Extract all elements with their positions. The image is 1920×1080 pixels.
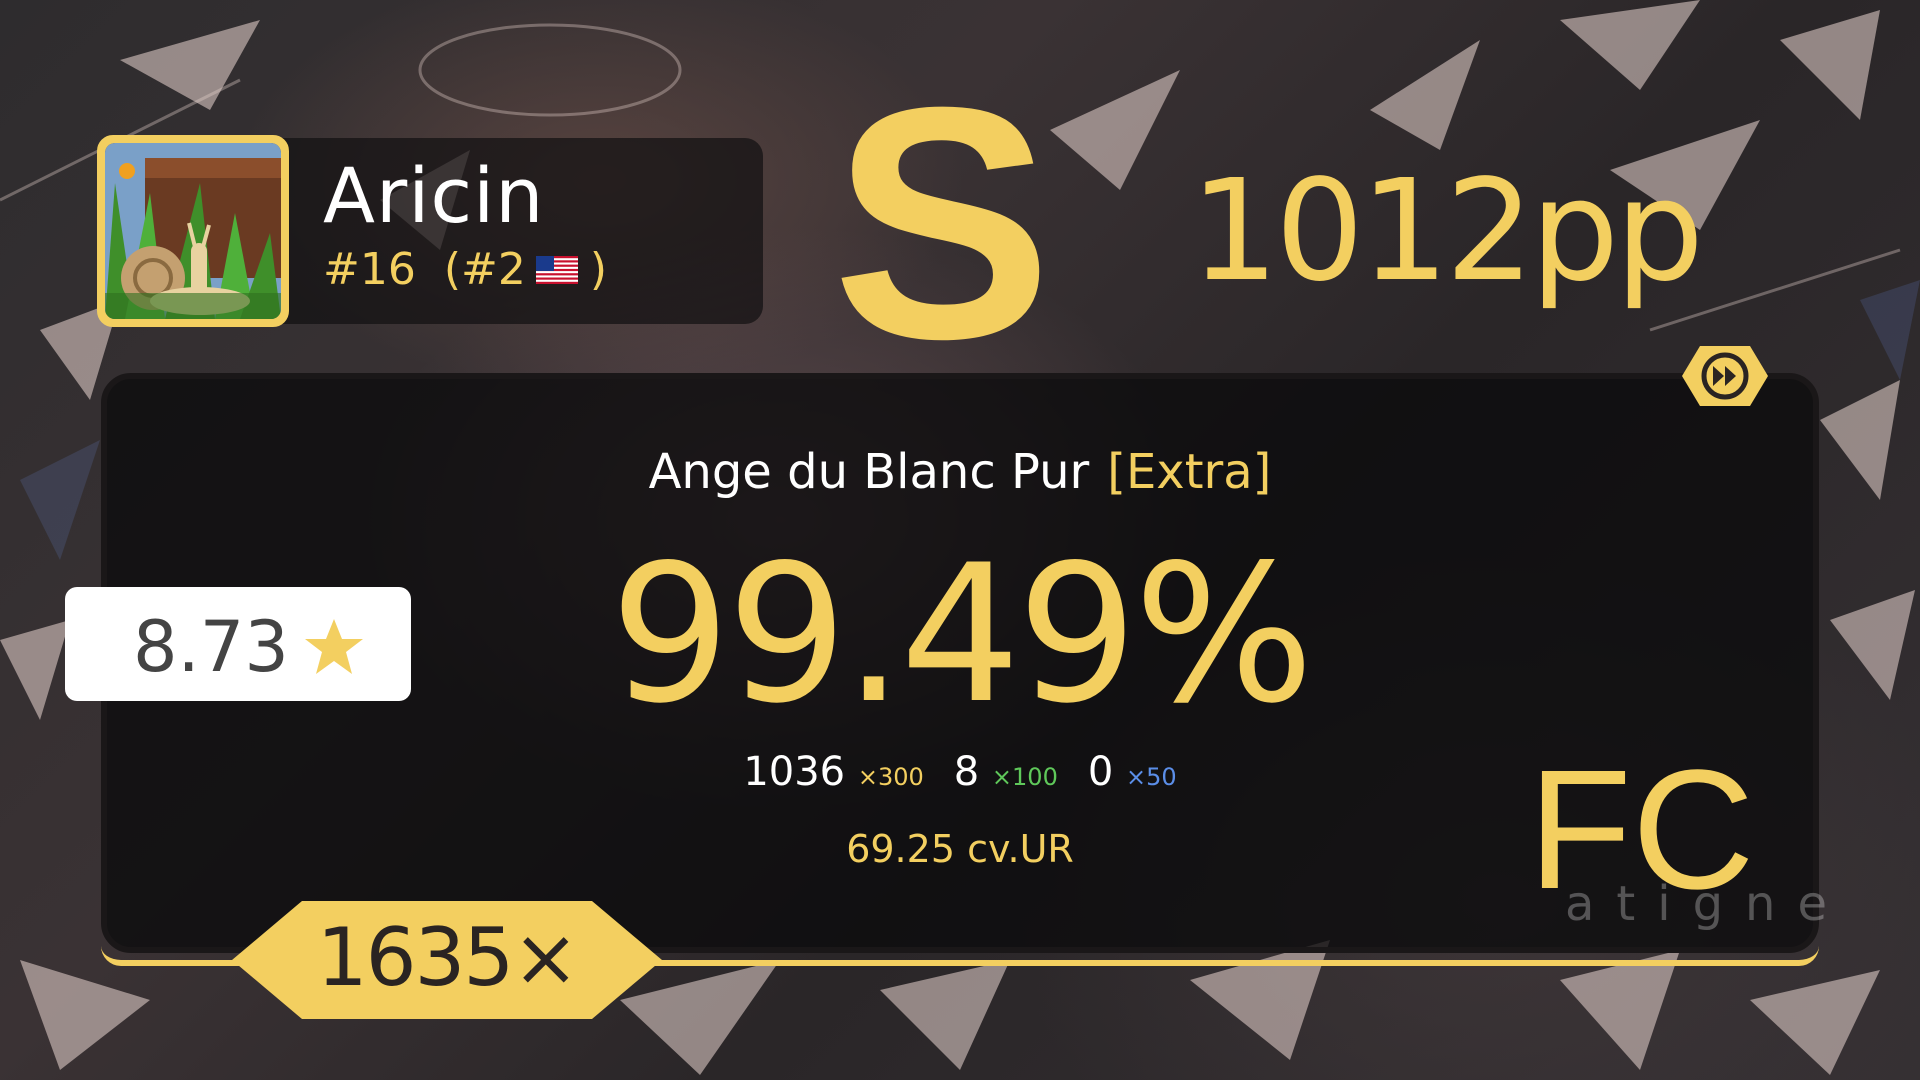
grade-letter: S	[832, 38, 1053, 407]
count-50: 0	[1087, 749, 1114, 795]
player-name[interactable]: Aricin	[323, 158, 544, 234]
player-rank: #16 (#2 )	[323, 248, 607, 292]
beatmap-difficulty: [Extra]	[1107, 444, 1272, 500]
label-50: ×50	[1126, 763, 1177, 791]
snail-avatar-icon	[105, 143, 281, 319]
pp-value: 1012pp	[1190, 150, 1704, 313]
avatar-image	[105, 143, 281, 319]
avatar[interactable]	[97, 135, 289, 327]
full-combo-label: FC	[1528, 735, 1755, 925]
global-rank: #16	[323, 244, 416, 295]
label-300: ×300	[857, 763, 924, 791]
star-rating-value: 8.73	[133, 606, 289, 688]
star-icon	[305, 619, 363, 674]
country-rank-close: )	[589, 244, 608, 295]
country-rank: (#2	[443, 244, 526, 295]
count-100: 8	[953, 749, 980, 795]
combo-value: 1635×	[316, 911, 580, 1004]
count-300: 1036	[743, 749, 846, 795]
label-100: ×100	[991, 763, 1058, 791]
beatmap-info[interactable]: Ange du Blanc Pur [Extra]	[0, 448, 1920, 496]
us-flag-icon	[535, 256, 578, 284]
beatmap-title: Ange du Blanc Pur	[648, 444, 1090, 500]
double-time-icon[interactable]	[1680, 344, 1770, 408]
